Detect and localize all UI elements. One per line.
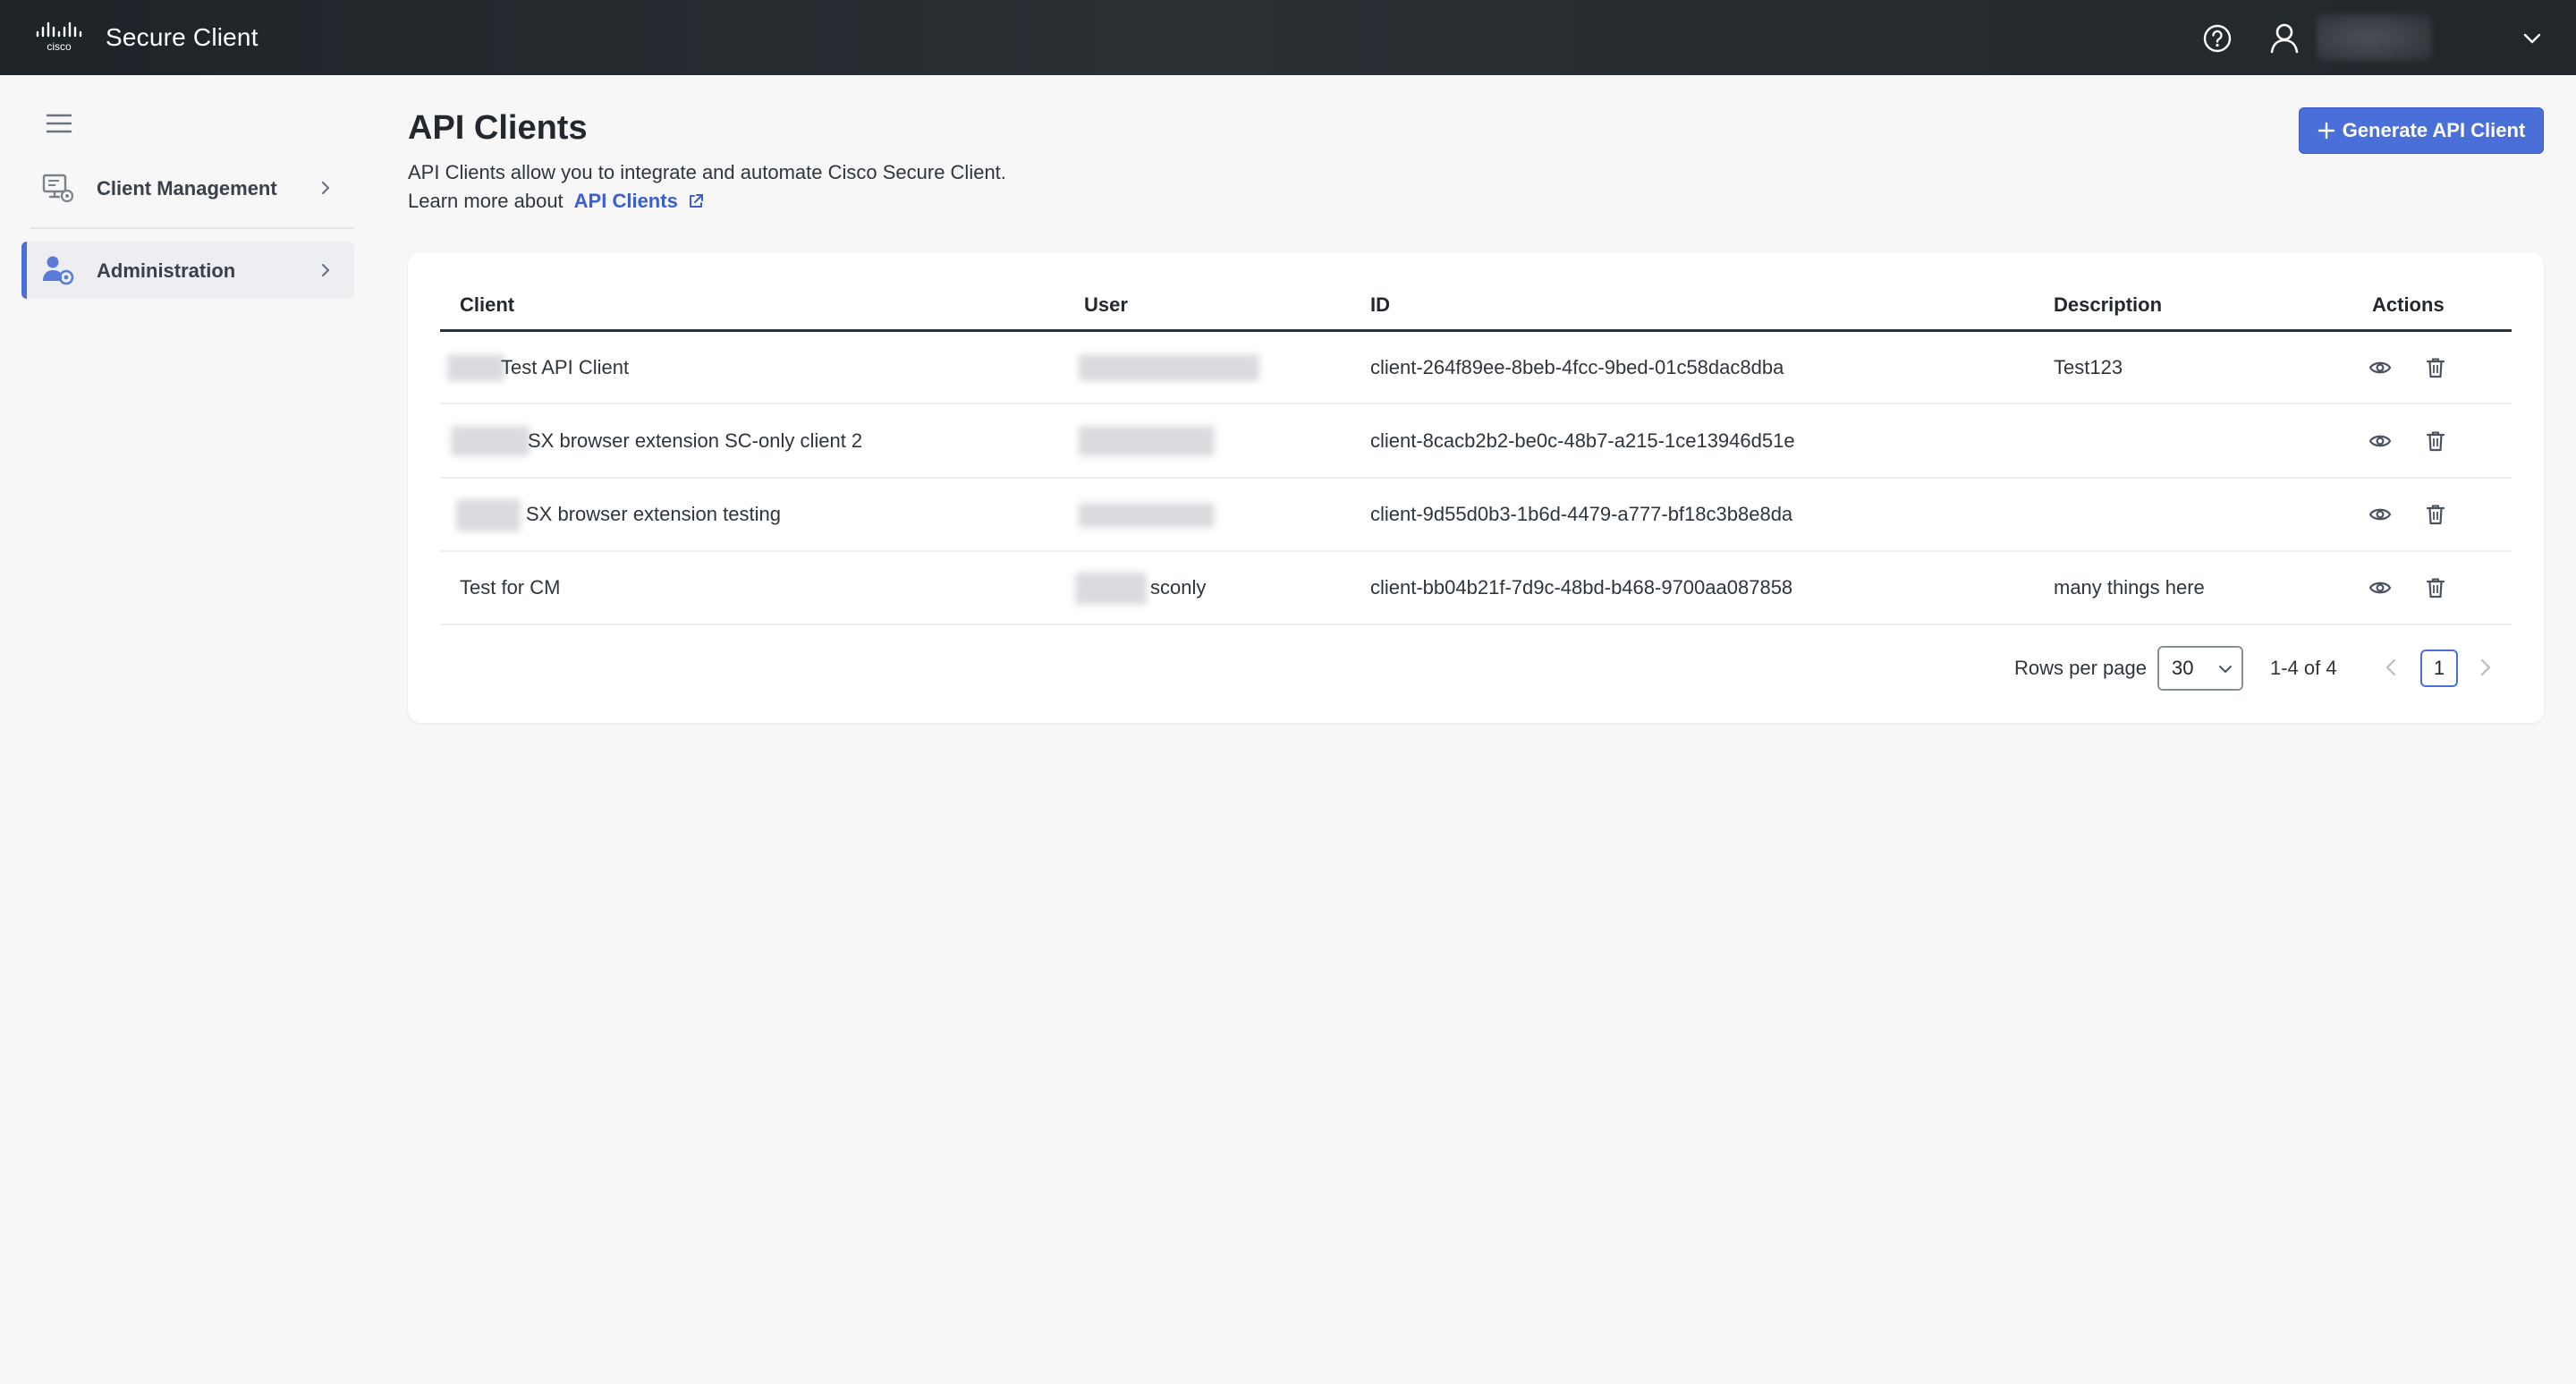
user-redacted: [1079, 426, 1215, 456]
view-eye-icon[interactable]: [2368, 356, 2392, 379]
cisco-logo[interactable]: cisco: [34, 20, 88, 55]
top-bar: cisco Secure Client: [0, 0, 2576, 75]
plus-icon: [2318, 122, 2334, 140]
administration-icon: [43, 256, 74, 285]
view-eye-icon[interactable]: [2368, 429, 2392, 453]
column-header-client[interactable]: Client: [460, 293, 514, 317]
svg-text:cisco: cisco: [47, 40, 72, 53]
client-id: client-9d55d0b3-1b6d-4479-a777-bf18c3b8e…: [1370, 503, 1793, 525]
delete-trash-icon[interactable]: [2424, 356, 2447, 379]
row-divider: [440, 403, 2512, 404]
hamburger-menu-icon[interactable]: [45, 111, 73, 136]
client-user: sconly: [1150, 576, 1207, 599]
sidebar-item-label: Administration: [97, 259, 236, 282]
client-description: Test123: [2054, 356, 2123, 378]
chevron-right-icon: [321, 181, 330, 195]
pagination-range: 1-4 of 4: [2270, 657, 2337, 679]
page-title: API Clients: [408, 109, 588, 147]
sidebar-item-client-management[interactable]: Client Management: [21, 159, 354, 217]
client-id: client-8cacb2b2-be0c-48b7-a215-1ce13946d…: [1370, 429, 1795, 452]
row-divider: [440, 624, 2512, 625]
user-redacted: [1079, 354, 1259, 381]
delete-trash-icon[interactable]: [2424, 576, 2447, 599]
user-name-redacted[interactable]: [2317, 14, 2431, 61]
rows-per-page-label: Rows per page: [2014, 657, 2147, 679]
user-prefix-redacted: [1075, 573, 1147, 605]
user-redacted: [1079, 503, 1215, 528]
column-header-description[interactable]: Description: [2054, 293, 2162, 317]
column-header-id[interactable]: ID: [1370, 293, 1390, 317]
client-name-redacted: [447, 354, 504, 381]
column-header-user[interactable]: User: [1084, 293, 1128, 317]
client-id: client-264f89ee-8beb-4fcc-9bed-01c58dac8…: [1370, 356, 1784, 378]
view-eye-icon[interactable]: [2368, 576, 2392, 599]
client-name: SX browser extension SC-only client 2: [528, 429, 863, 452]
view-eye-icon[interactable]: [2368, 503, 2392, 526]
learn-more-prefix: Learn more about: [408, 190, 564, 212]
client-name: Test for CM: [460, 576, 561, 599]
client-management-icon: [42, 174, 74, 203]
learn-more-line: Learn more about API Clients: [408, 190, 705, 213]
client-name: SX browser extension testing: [526, 503, 781, 525]
next-page-icon[interactable]: [2474, 655, 2497, 680]
row-divider: [440, 477, 2512, 479]
user-icon[interactable]: [2268, 21, 2301, 54]
client-name: Test API Client: [501, 356, 630, 378]
page-button-current[interactable]: 1: [2420, 650, 2458, 687]
client-description: many things here: [2054, 576, 2205, 599]
delete-trash-icon[interactable]: [2424, 429, 2447, 453]
chevron-right-icon: [321, 263, 330, 277]
row-divider: [440, 550, 2512, 552]
table-header-rule: [440, 329, 2512, 332]
client-name-redacted: [451, 426, 530, 456]
column-header-actions: Actions: [2372, 293, 2445, 316]
chevron-down-icon: [2219, 666, 2232, 673]
sidebar-item-administration[interactable]: Administration: [21, 242, 354, 299]
api-clients-link[interactable]: API Clients: [574, 190, 678, 213]
page-description: API Clients allow you to integrate and a…: [408, 161, 1006, 183]
external-link-icon[interactable]: [687, 192, 705, 210]
client-id: client-bb04b21f-7d9c-48bd-b468-9700aa087…: [1370, 576, 1793, 599]
sidebar-item-label: Client Management: [97, 177, 277, 200]
client-name-redacted: [456, 499, 521, 531]
help-icon[interactable]: [2202, 23, 2233, 54]
generate-api-client-label: Generate API Client: [2342, 119, 2526, 141]
rows-per-page-select[interactable]: 30: [2157, 646, 2243, 691]
delete-trash-icon[interactable]: [2424, 503, 2447, 526]
sidebar-divider: [30, 227, 354, 229]
generate-api-client-button[interactable]: Generate API Client: [2299, 107, 2544, 154]
rows-per-page-value: 30: [2172, 657, 2194, 679]
previous-page-icon[interactable]: [2379, 655, 2402, 680]
app-title: Secure Client: [106, 23, 258, 51]
chevron-down-icon[interactable]: [2521, 27, 2544, 50]
